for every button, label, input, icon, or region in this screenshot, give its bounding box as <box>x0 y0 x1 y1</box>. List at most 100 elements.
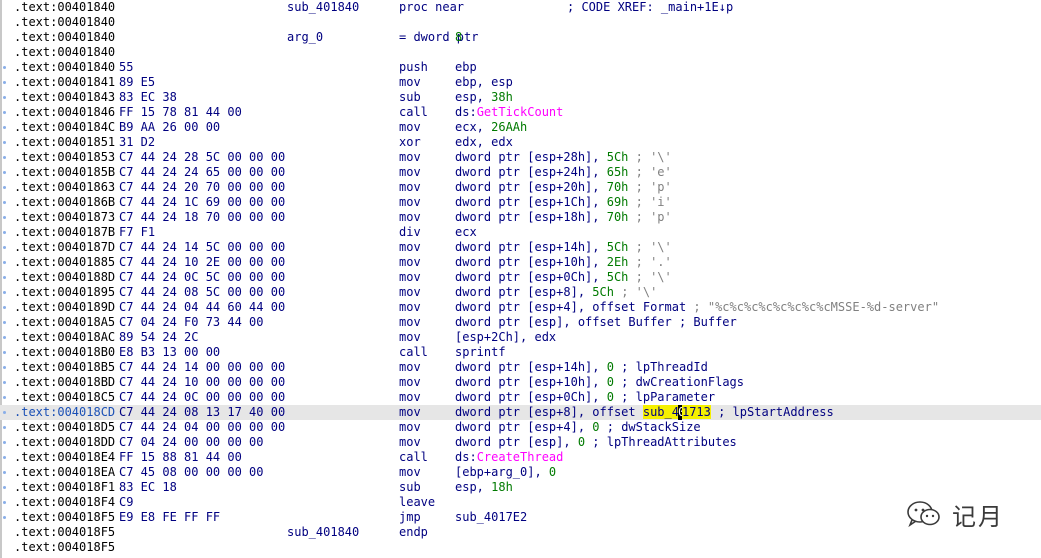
operands[interactable]: dword ptr [esp+10h], 2Eh ; '.' <box>455 255 672 270</box>
listing-row[interactable]: .text:00401846 FF 15 78 81 44 00 call ds:Ge… <box>0 105 1041 120</box>
operands[interactable]: sub_4017E2 <box>455 510 527 525</box>
opcode-bytes[interactable]: C7 44 24 08 5C 00 00 00 <box>119 285 285 300</box>
operands[interactable]: dword ptr [esp+10h], 0 ; dwCreationFlags <box>455 375 744 390</box>
address[interactable]: .text:004018F1 <box>14 480 115 495</box>
opcode-bytes[interactable]: C9 <box>119 495 133 510</box>
listing-row[interactable]: .text:004018DD C7 04 24 00 00 00 00 mov dwo… <box>0 435 1041 450</box>
address[interactable]: .text:0040184C <box>14 120 115 135</box>
listing-row[interactable]: .text:0040184C B9 AA 26 00 00 mov ecx, 26AA… <box>0 120 1041 135</box>
operands[interactable]: dword ptr [esp+24h], 65h ; 'e' <box>455 165 672 180</box>
opcode-bytes[interactable]: C7 04 24 F0 73 44 00 <box>119 315 264 330</box>
address[interactable]: .text:004018EA <box>14 465 115 480</box>
operands[interactable]: dword ptr [esp+20h], 70h ; 'p' <box>455 180 672 195</box>
mnemonic[interactable]: mov <box>399 300 421 315</box>
operands[interactable]: dword ptr [esp+4], 0 ; dwStackSize <box>455 420 701 435</box>
mnemonic[interactable]: push <box>399 60 428 75</box>
mnemonic[interactable]: call <box>399 105 428 120</box>
address[interactable]: .text:00401841 <box>14 75 115 90</box>
address[interactable]: .text:00401840 <box>14 0 115 15</box>
operands[interactable]: dword ptr [esp+0Ch], 0 ; lpParameter <box>455 390 715 405</box>
mnemonic[interactable]: mov <box>399 315 421 330</box>
listing-row[interactable]: .text:00401885 C7 44 24 10 2E 00 00 00 mov… <box>0 255 1041 270</box>
address[interactable]: .text:004018F5 <box>14 525 115 540</box>
opcode-bytes[interactable]: C7 44 24 24 65 00 00 00 <box>119 165 285 180</box>
mnemonic[interactable]: mov <box>399 270 421 285</box>
opcode-bytes[interactable]: E9 E8 FE FF FF <box>119 510 220 525</box>
mnemonic[interactable]: mov <box>399 405 421 420</box>
mnemonic[interactable]: mov <box>399 375 421 390</box>
operands[interactable]: dword ptr [esp+28h], 5Ch ; '\' <box>455 150 672 165</box>
mnemonic[interactable]: mov <box>399 390 421 405</box>
mnemonic[interactable]: mov <box>399 165 421 180</box>
opcode-bytes[interactable]: FF 15 88 81 44 00 <box>119 450 242 465</box>
listing-row[interactable]: .text:004018E4 FF 15 88 81 44 00 call ds:Cr… <box>0 450 1041 465</box>
mnemonic[interactable]: sub <box>399 90 421 105</box>
operands[interactable]: ecx <box>455 225 477 240</box>
mnemonic[interactable]: mov <box>399 360 421 375</box>
listing-row[interactable]: .text:004018B5 C7 44 24 14 00 00 00 00 mov… <box>0 360 1041 375</box>
mnemonic[interactable]: call <box>399 450 428 465</box>
opcode-bytes[interactable]: 83 EC 18 <box>119 480 177 495</box>
address[interactable]: .text:0040187B <box>14 225 115 240</box>
opcode-bytes[interactable]: C7 44 24 04 00 00 00 00 <box>119 420 285 435</box>
listing-row[interactable]: .text:004018B0 E8 B3 13 00 00 call sprintf <box>0 345 1041 360</box>
opcode-bytes[interactable]: F7 F1 <box>119 225 155 240</box>
operands[interactable]: dword ptr [esp+14h], 5Ch ; '\' <box>455 240 672 255</box>
mnemonic[interactable]: mov <box>399 420 421 435</box>
address[interactable]: .text:0040185B <box>14 165 115 180</box>
listing-row[interactable]: .text:00401841 89 E5 mov ebp, esp <box>0 75 1041 90</box>
operands[interactable]: ebp <box>455 60 477 75</box>
address[interactable]: .text:0040188D <box>14 270 115 285</box>
address[interactable]: .text:004018D5 <box>14 420 115 435</box>
disassembly-listing[interactable]: .text:00401840 sub_401840 proc near ; CODE … <box>0 0 1041 555</box>
listing-row[interactable]: .text:0040187D C7 44 24 14 5C 00 00 00 mov… <box>0 240 1041 255</box>
address[interactable]: .text:00401846 <box>14 105 115 120</box>
address[interactable]: .text:00401853 <box>14 150 115 165</box>
address[interactable]: .text:004018F4 <box>14 495 115 510</box>
opcode-bytes[interactable]: 89 54 24 2C <box>119 330 198 345</box>
mnemonic[interactable]: mov <box>399 285 421 300</box>
listing-row[interactable]: .text:00401840 arg_0 = dword ptr 8 <box>0 30 1041 45</box>
opcode-bytes[interactable]: 83 EC 38 <box>119 90 177 105</box>
listing-row[interactable]: .text:00401840 <box>0 45 1041 60</box>
mnemonic[interactable]: mov <box>399 180 421 195</box>
listing-row[interactable]: .text:00401843 83 EC 38 sub esp, 38h <box>0 90 1041 105</box>
opcode-bytes[interactable]: C7 44 24 10 00 00 00 00 <box>119 375 285 390</box>
address[interactable]: .text:004018E4 <box>14 450 115 465</box>
address[interactable]: .text:00401895 <box>14 285 115 300</box>
address[interactable]: .text:00401840 <box>14 30 115 45</box>
mnemonic[interactable]: mov <box>399 330 421 345</box>
listing-row[interactable]: .text:00401863 C7 44 24 20 70 00 00 00 mov… <box>0 180 1041 195</box>
opcode-bytes[interactable]: C7 44 24 0C 5C 00 00 00 <box>119 270 285 285</box>
mnemonic[interactable]: mov <box>399 435 421 450</box>
listing-row[interactable]: .text:00401873 C7 44 24 18 70 00 00 00 mov… <box>0 210 1041 225</box>
operands[interactable]: edx, edx <box>455 135 513 150</box>
opcode-bytes[interactable]: C7 45 08 00 00 00 00 <box>119 465 264 480</box>
mnemonic[interactable]: div <box>399 225 421 240</box>
mnemonic[interactable]: mov <box>399 465 421 480</box>
opcode-bytes[interactable]: C7 44 24 28 5C 00 00 00 <box>119 150 285 165</box>
label-name[interactable]: sub_401840 <box>287 525 359 540</box>
mnemonic[interactable]: sub <box>399 480 421 495</box>
opcode-bytes[interactable]: C7 44 24 14 00 00 00 00 <box>119 360 285 375</box>
operands[interactable]: ebp, esp <box>455 75 513 90</box>
operands[interactable]: ds:GetTickCount <box>455 105 563 120</box>
mnemonic[interactable]: mov <box>399 210 421 225</box>
address[interactable]: .text:00401840 <box>14 15 115 30</box>
opcode-bytes[interactable]: C7 44 24 1C 69 00 00 00 <box>119 195 285 210</box>
address[interactable]: .text:00401873 <box>14 210 115 225</box>
listing-row[interactable]: .text:004018C5 C7 44 24 0C 00 00 00 00 mov… <box>0 390 1041 405</box>
opcode-bytes[interactable]: C7 44 24 04 44 60 44 00 <box>119 300 285 315</box>
opcode-bytes[interactable]: 31 D2 <box>119 135 155 150</box>
mnemonic[interactable]: mov <box>399 255 421 270</box>
opcode-bytes[interactable]: 89 E5 <box>119 75 155 90</box>
operands[interactable]: sprintf <box>455 345 506 360</box>
opcode-bytes[interactable]: 55 <box>119 60 133 75</box>
listing-row[interactable]: .text:0040186B C7 44 24 1C 69 00 00 00 mov… <box>0 195 1041 210</box>
address[interactable]: .text:0040189D <box>14 300 115 315</box>
listing-row[interactable]: .text:0040187B F7 F1 div ecx <box>0 225 1041 240</box>
operands[interactable]: dword ptr [esp+18h], 70h ; 'p' <box>455 210 672 225</box>
address[interactable]: .text:00401885 <box>14 255 115 270</box>
opcode-bytes[interactable]: C7 04 24 00 00 00 00 <box>119 435 264 450</box>
listing-row[interactable]: .text:004018F5 E9 E8 FE FF FF jmp sub_4017E… <box>0 510 1041 525</box>
